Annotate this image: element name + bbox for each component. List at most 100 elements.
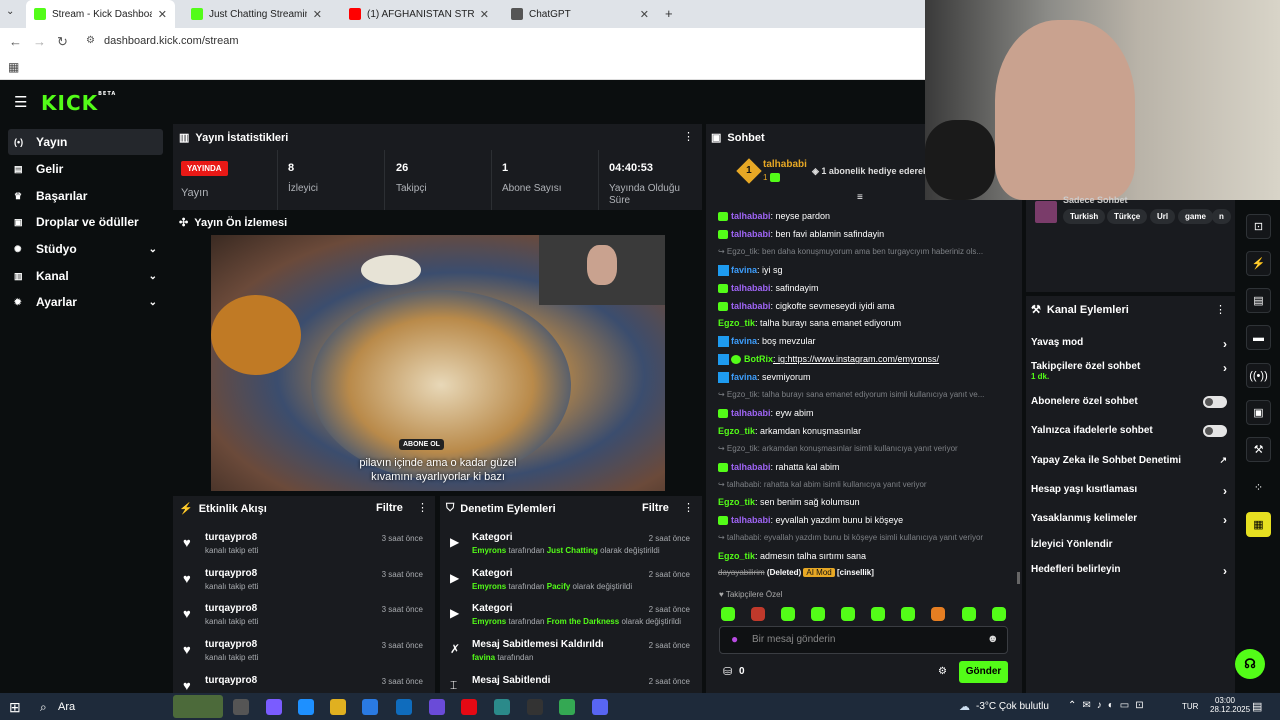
emote-icon[interactable]: [781, 607, 795, 621]
chat-username[interactable]: talhababi: [731, 301, 771, 311]
stream-tag[interactable]: Türkçe: [1107, 209, 1148, 224]
moderation-actor[interactable]: Emyrons: [472, 617, 506, 626]
points-icon[interactable]: ⛁: [723, 665, 732, 678]
sidebar-item[interactable]: (•) Yayın: [8, 129, 163, 155]
stream-tag[interactable]: Url: [1150, 209, 1176, 224]
forward-icon[interactable]: →: [33, 34, 46, 49]
emote-icon[interactable]: [811, 607, 825, 621]
chat-username[interactable]: Egzo_tik: [718, 497, 755, 507]
close-tab-icon[interactable]: ✕: [640, 8, 649, 21]
channel-action-row[interactable]: Yavaş mod ›: [1031, 337, 1227, 351]
browser-tab[interactable]: Just Chatting Streaming - Live S ✕: [183, 0, 330, 28]
steam-icon[interactable]: [527, 699, 543, 715]
browser-tab[interactable]: Stream - Kick Dashboard ✕: [26, 0, 175, 28]
netflix-icon[interactable]: [461, 699, 477, 715]
stats-more-icon[interactable]: ⋮: [683, 130, 694, 143]
chat-username[interactable]: Egzo_tik: [718, 551, 755, 561]
activity-user[interactable]: turqaypro8: [205, 532, 257, 543]
channel-actions-more-icon[interactable]: ⋮: [1215, 303, 1226, 316]
emote-icon[interactable]: [962, 607, 976, 621]
language-indicator[interactable]: TUR: [1182, 702, 1198, 711]
external-link-icon[interactable]: ↗: [1219, 455, 1227, 466]
dots-icon[interactable]: ⁘: [1246, 475, 1271, 500]
wrench-icon[interactable]: ⚒: [1246, 437, 1271, 462]
close-tab-icon[interactable]: ✕: [313, 8, 322, 21]
close-tab-icon[interactable]: ✕: [480, 8, 489, 21]
url-field[interactable]: dashboard.kick.com/stream: [104, 35, 239, 47]
stream-tag[interactable]: Turkish: [1063, 209, 1106, 224]
chat-username[interactable]: favina: [731, 372, 757, 382]
channel-action-row[interactable]: Yalnızca ifadelerle sohbet: [1031, 425, 1227, 437]
task-view-icon[interactable]: [233, 699, 249, 715]
back-icon[interactable]: ←: [9, 34, 22, 49]
sidebar-item[interactable]: ▥ Kanal ⌄: [8, 263, 163, 289]
chrome-icon[interactable]: [559, 699, 575, 715]
chevron-down-icon[interactable]: ⌄: [149, 271, 157, 282]
reload-icon[interactable]: ↻: [57, 34, 68, 50]
copilot-icon[interactable]: [266, 699, 282, 715]
chevron-down-icon[interactable]: ⌄: [149, 244, 157, 255]
notification-icon[interactable]: ▤: [1252, 700, 1262, 713]
microphone-icon[interactable]: ●: [731, 632, 738, 646]
chat-username[interactable]: favina: [731, 336, 757, 346]
teams-icon[interactable]: [429, 699, 445, 715]
broadcast-icon[interactable]: ((•)): [1246, 363, 1271, 388]
activity-user[interactable]: turqaypro8: [205, 675, 257, 686]
chat-username[interactable]: Egzo_tik: [718, 426, 755, 436]
chevron-right-icon[interactable]: ›: [1223, 337, 1227, 351]
chat-username[interactable]: favina: [731, 265, 757, 275]
chevron-down-icon[interactable]: ⌄: [149, 297, 157, 308]
toggle-switch[interactable]: [1203, 396, 1227, 408]
chat-username[interactable]: BotRix: [744, 354, 773, 364]
channel-action-row[interactable]: Abonelere özel sohbet: [1031, 396, 1227, 408]
chat-settings-icon[interactable]: ⚙: [938, 666, 947, 677]
chat-input-placeholder[interactable]: Bir mesaj gönderin: [752, 634, 835, 645]
emote-icon[interactable]: [871, 607, 885, 621]
sidebar-item[interactable]: ▣ Droplar ve ödüller: [8, 209, 163, 235]
channel-action-row[interactable]: Yasaklanmış kelimeler ›: [1031, 513, 1227, 527]
moderation-actor[interactable]: favina: [472, 653, 495, 662]
taskbar-search[interactable]: Ara: [58, 701, 75, 713]
chat-username[interactable]: talhababi: [731, 229, 771, 239]
channel-action-row[interactable]: Takipçilere özel sohbet 1 dk. ›: [1031, 361, 1227, 381]
channel-action-row[interactable]: İzleyici Yönlendir: [1031, 539, 1227, 550]
chat-bubble-icon[interactable]: ▬: [1246, 325, 1271, 350]
edge-icon[interactable]: [298, 699, 314, 715]
chevron-right-icon[interactable]: ›: [1223, 513, 1227, 527]
support-icon[interactable]: ☊: [1235, 649, 1265, 679]
emote-icon[interactable]: [751, 607, 765, 621]
moderation-filter-button[interactable]: Filtre: [642, 502, 669, 514]
document-icon[interactable]: ▤: [1246, 288, 1271, 313]
storage-icon[interactable]: ▣: [1246, 400, 1271, 425]
chat-username[interactable]: talhababi: [731, 515, 771, 525]
toggle-switch[interactable]: [1203, 425, 1227, 437]
activity-more-icon[interactable]: ⋮: [417, 501, 428, 514]
store-icon[interactable]: [362, 699, 378, 715]
sidebar-item[interactable]: ✹ Ayarlar ⌄: [8, 289, 163, 315]
sidebar-item[interactable]: ♛ Başarılar: [8, 183, 163, 209]
stream-tag[interactable]: n: [1212, 209, 1231, 224]
file-explorer-icon[interactable]: [330, 699, 346, 715]
emote-icon[interactable]: [721, 607, 735, 621]
bolt-icon[interactable]: ⚡: [1246, 251, 1271, 276]
tab-search-icon[interactable]: ⌄: [6, 6, 14, 17]
network-app-icon[interactable]: [494, 699, 510, 715]
activity-user[interactable]: turqaypro8: [205, 568, 257, 579]
taskbar-search-icon[interactable]: ⌕: [40, 700, 47, 715]
emote-icon[interactable]: [992, 607, 1006, 621]
new-tab-button[interactable]: +: [665, 6, 673, 21]
clock[interactable]: 03:00 28.12.2025: [1210, 696, 1250, 714]
chat-username[interactable]: talhababi: [731, 408, 771, 418]
activity-filter-button[interactable]: Filtre: [376, 502, 403, 514]
chat-scrollbar[interactable]: [1017, 572, 1020, 584]
close-tab-icon[interactable]: ✕: [158, 8, 167, 21]
menu-icon[interactable]: ☰: [14, 93, 27, 111]
stream-preview-video[interactable]: ABONE OL pilavın içinde ama o kadar güze…: [211, 235, 665, 491]
emote-icon[interactable]: [901, 607, 915, 621]
collapse-icon[interactable]: ≡: [857, 192, 863, 203]
channel-action-row[interactable]: Hesap yaşı kısıtlaması ›: [1031, 484, 1227, 498]
channel-action-row[interactable]: Hedefleri belirleyin ›: [1031, 564, 1227, 578]
chat-username[interactable]: Egzo_tik: [718, 318, 755, 328]
sidebar-item[interactable]: ▤ Gelir: [8, 156, 163, 182]
browser-tab[interactable]: ChatGPT ✕: [503, 0, 657, 28]
